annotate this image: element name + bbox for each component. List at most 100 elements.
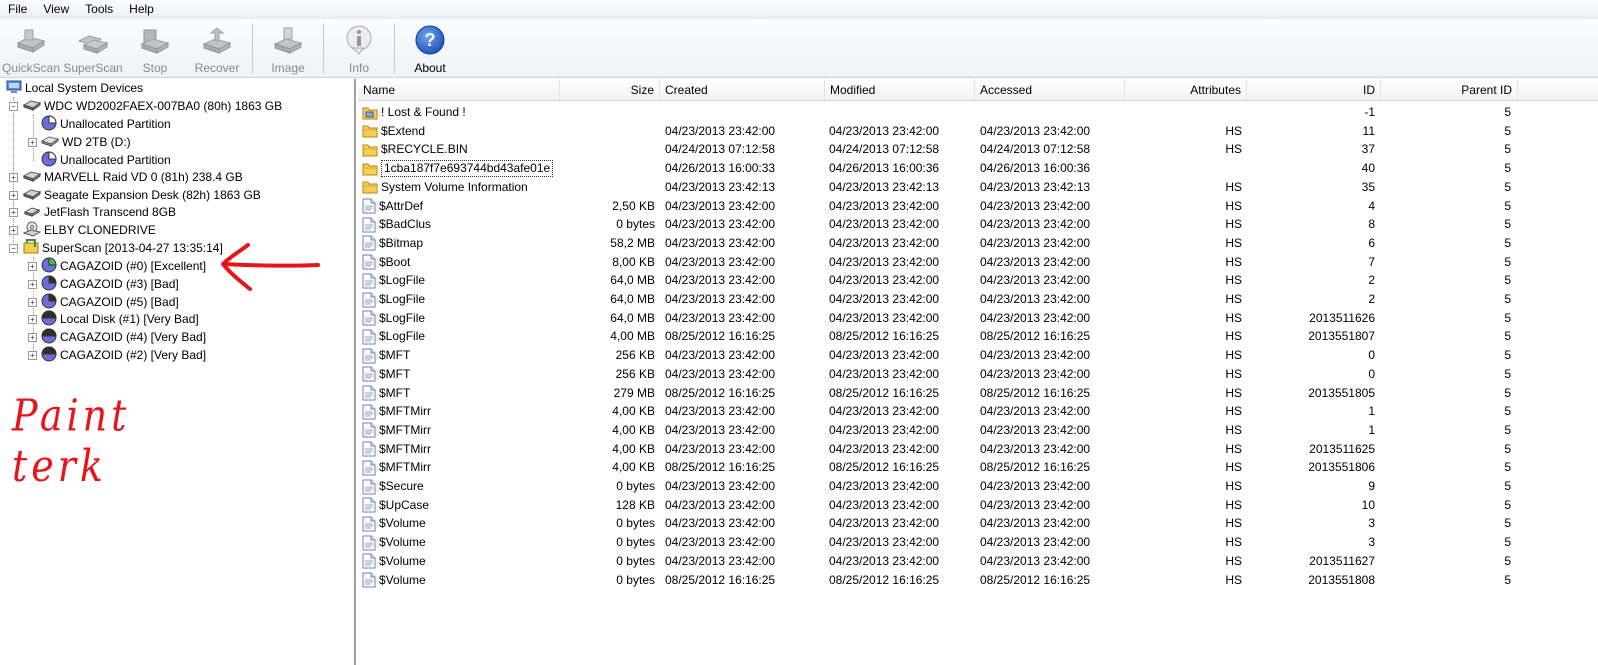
table-row[interactable]: $MFTMirr 4,00 KB 04/23/2013 23:42:00 04/23/… <box>358 421 1598 440</box>
file-icon <box>362 310 376 326</box>
column-header-created[interactable]: Created <box>660 79 825 101</box>
menu-help[interactable]: Help <box>121 0 162 19</box>
table-row[interactable]: System Volume Information 04/23/2013 23:4… <box>358 178 1598 197</box>
table-row[interactable]: $MFTMirr 4,00 KB 04/23/2013 23:42:00 04/23/… <box>358 402 1598 421</box>
table-row[interactable]: $Boot 8,00 KB 04/23/2013 23:42:00 04/23/201… <box>358 253 1598 272</box>
tree-node-cagazoid-4[interactable]: CAGAZOID (#4) [Very Bad] <box>41 328 206 346</box>
cell-size: 4,00 KB <box>612 422 655 437</box>
cell-attributes: HS <box>1225 516 1242 531</box>
expand-toggle[interactable]: + <box>28 333 37 342</box>
cell-parent-id: 5 <box>1504 535 1511 550</box>
column-header-id[interactable]: ID <box>1247 79 1381 101</box>
table-row[interactable]: 1cba187f7e693744bd43afe01e 04/26/2013 16:… <box>358 159 1598 178</box>
cell-created: 04/23/2013 23:42:00 <box>665 348 776 363</box>
cell-attributes <box>1125 103 1242 122</box>
tree-node-cagazoid-3[interactable]: CAGAZOID (#3) [Bad] <box>41 274 179 293</box>
table-row[interactable]: $LogFile 64,0 MB 04/23/2013 23:42:00 04/23/… <box>358 309 1598 328</box>
cell-name: $AttrDef <box>362 197 560 216</box>
cell-id: -1 <box>1364 105 1375 119</box>
tree-node-superscan[interactable]: SuperScan [2013-04-27 13:35:14] <box>23 238 223 257</box>
cell-created: 08/25/2012 16:16:25 <box>665 385 776 400</box>
table-row[interactable]: $Volume 0 bytes 04/23/2013 23:42:00 04/23/2… <box>358 514 1598 533</box>
quickscan-button[interactable]: QuickScan <box>0 19 62 77</box>
about-button[interactable]: ? About <box>399 19 461 77</box>
expand-toggle[interactable]: + <box>9 191 18 200</box>
cell-modified: 04/23/2013 23:42:00 <box>829 516 940 531</box>
column-header-size[interactable]: Size <box>560 79 660 101</box>
file-name: $LogFile <box>379 273 426 288</box>
cell-modified: 04/23/2013 23:42:00 <box>829 123 940 138</box>
table-row[interactable]: $Volume 0 bytes 08/25/2012 16:16:25 08/25/2… <box>358 571 1598 590</box>
table-row[interactable]: $MFTMirr 4,00 KB 08/25/2012 16:16:25 08/25/… <box>358 458 1598 477</box>
cell-attributes: HS <box>1225 292 1242 306</box>
tree-node-cagazoid-0[interactable]: CAGAZOID (#0) [Excellent] <box>41 256 206 275</box>
cell-parent-id: 5 <box>1504 404 1511 419</box>
tree-root[interactable]: Local System Devices <box>6 79 143 97</box>
expand-toggle[interactable]: + <box>28 315 37 324</box>
cell-size: 0 bytes <box>616 479 655 493</box>
cell-size: 0 bytes <box>616 572 655 587</box>
expand-toggle[interactable]: + <box>28 298 37 307</box>
table-row[interactable]: $MFT 279 MB 08/25/2012 16:16:25 08/25/2012 … <box>358 384 1598 403</box>
column-header-modified[interactable]: Modified <box>825 79 975 101</box>
table-row[interactable]: $MFT 256 KB 04/23/2013 23:42:00 04/23/2013 … <box>358 346 1598 365</box>
cell-name: $MFTMirr <box>362 421 560 440</box>
column-header-accessed[interactable]: Accessed <box>975 79 1125 101</box>
cell-parent-id: 5 <box>1504 460 1511 475</box>
column-header-name[interactable]: Name <box>358 79 560 101</box>
tree-node-cagazoid-5[interactable]: CAGAZOID (#5) [Bad] <box>41 292 179 311</box>
menu-tools[interactable]: Tools <box>77 0 121 19</box>
table-row[interactable]: $LogFile 64,0 MB 04/23/2013 23:42:00 04/23/… <box>358 290 1598 309</box>
cell-accessed: 04/23/2013 23:42:00 <box>980 479 1091 493</box>
expand-toggle[interactable]: − <box>9 102 18 111</box>
superscan-button[interactable]: SuperScan <box>62 19 124 77</box>
menu-file[interactable]: File <box>0 0 35 19</box>
stop-button[interactable]: Stop <box>124 19 186 77</box>
expand-toggle[interactable]: + <box>9 226 18 235</box>
tree-node-unallocated[interactable]: Unallocated Partition <box>41 114 171 133</box>
tree-node-elby[interactable]: ELBY CLONEDRIVE <box>22 221 156 239</box>
expand-toggle[interactable]: + <box>28 280 37 289</box>
cell-parent-id: 5 <box>1504 292 1511 306</box>
cell-size: 0 bytes <box>616 553 655 568</box>
tree-node-label: Unallocated Partition <box>60 117 171 131</box>
info-button[interactable]: Info <box>328 19 390 77</box>
table-row[interactable]: $LogFile 4,00 MB 08/25/2012 16:16:25 08/25/… <box>358 327 1598 346</box>
expand-toggle[interactable]: + <box>28 138 37 147</box>
menu-view[interactable]: View <box>35 0 77 19</box>
table-row[interactable]: $MFT 256 KB 04/23/2013 23:42:00 04/23/2013 … <box>358 365 1598 384</box>
table-row[interactable]: $RECYCLE.BIN 04/24/2013 07:12:58 04/24/201… <box>358 140 1598 159</box>
tree-node-unallocated[interactable]: Unallocated Partition <box>41 150 171 169</box>
table-row[interactable]: $UpCase 128 KB 04/23/2013 23:42:00 04/23/20… <box>358 496 1598 515</box>
tree-node-wd2tb[interactable]: WD 2TB (D:) <box>40 133 131 151</box>
expand-toggle[interactable]: + <box>9 208 18 217</box>
cell-id: 1 <box>1368 404 1375 419</box>
column-header-parent-id[interactable]: Parent ID <box>1381 79 1518 101</box>
file-name: $MFT <box>379 366 411 381</box>
expand-toggle[interactable]: + <box>9 173 18 182</box>
tree-node-wdc[interactable]: WDC WD2002FAEX-007BA0 (80h) 1863 GB <box>22 97 282 115</box>
table-row[interactable]: $Secure 0 bytes 04/23/2013 23:42:00 04/23/2… <box>358 477 1598 496</box>
table-row[interactable]: $Volume 0 bytes 04/23/2013 23:42:00 04/23/2… <box>358 552 1598 571</box>
expand-toggle[interactable]: + <box>28 351 37 360</box>
tree-node-marvell[interactable]: MARVELL Raid VD 0 (81h) 238.4 GB <box>22 168 243 186</box>
table-row[interactable]: $BadClus 0 bytes 04/23/2013 23:42:00 04/23/… <box>358 215 1598 234</box>
tree-node-local-disk-1[interactable]: Local Disk (#1) [Very Bad] <box>41 310 199 328</box>
expand-toggle[interactable]: + <box>28 262 37 271</box>
tree-node-seagate[interactable]: Seagate Expansion Desk (82h) 1863 GB <box>22 186 261 204</box>
tree-node-jetflash[interactable]: JetFlash Transcend 8GB <box>23 203 176 221</box>
expand-toggle[interactable]: − <box>9 244 18 253</box>
recover-button[interactable]: Recover <box>186 19 248 77</box>
table-row[interactable]: $AttrDef 2,50 KB 04/23/2013 23:42:00 04/23/… <box>358 197 1598 216</box>
table-row[interactable]: $Bitmap 58,2 MB 04/23/2013 23:42:00 04/23/2… <box>358 234 1598 253</box>
column-header-attributes[interactable]: Attributes <box>1125 79 1247 101</box>
table-row[interactable]: $Extend 04/23/2013 23:42:00 04/23/2013 23:… <box>358 122 1598 141</box>
table-row[interactable]: $LogFile 64,0 MB 04/23/2013 23:42:00 04/23/… <box>358 271 1598 290</box>
toolbar: QuickScan SuperScan Stop Recover Image I… <box>0 19 1598 78</box>
table-row[interactable]: $MFTMirr 4,00 KB 04/23/2013 23:42:00 04/23/… <box>358 440 1598 459</box>
tree-node-label: Seagate Expansion Desk (82h) 1863 GB <box>44 188 261 202</box>
table-row[interactable]: ! Lost & Found ! -1 5 <box>358 103 1598 122</box>
table-row[interactable]: $Volume 0 bytes 04/23/2013 23:42:00 04/23/2… <box>358 533 1598 552</box>
image-button[interactable]: Image <box>257 19 319 77</box>
tree-node-cagazoid-2[interactable]: CAGAZOID (#2) [Very Bad] <box>41 346 206 364</box>
